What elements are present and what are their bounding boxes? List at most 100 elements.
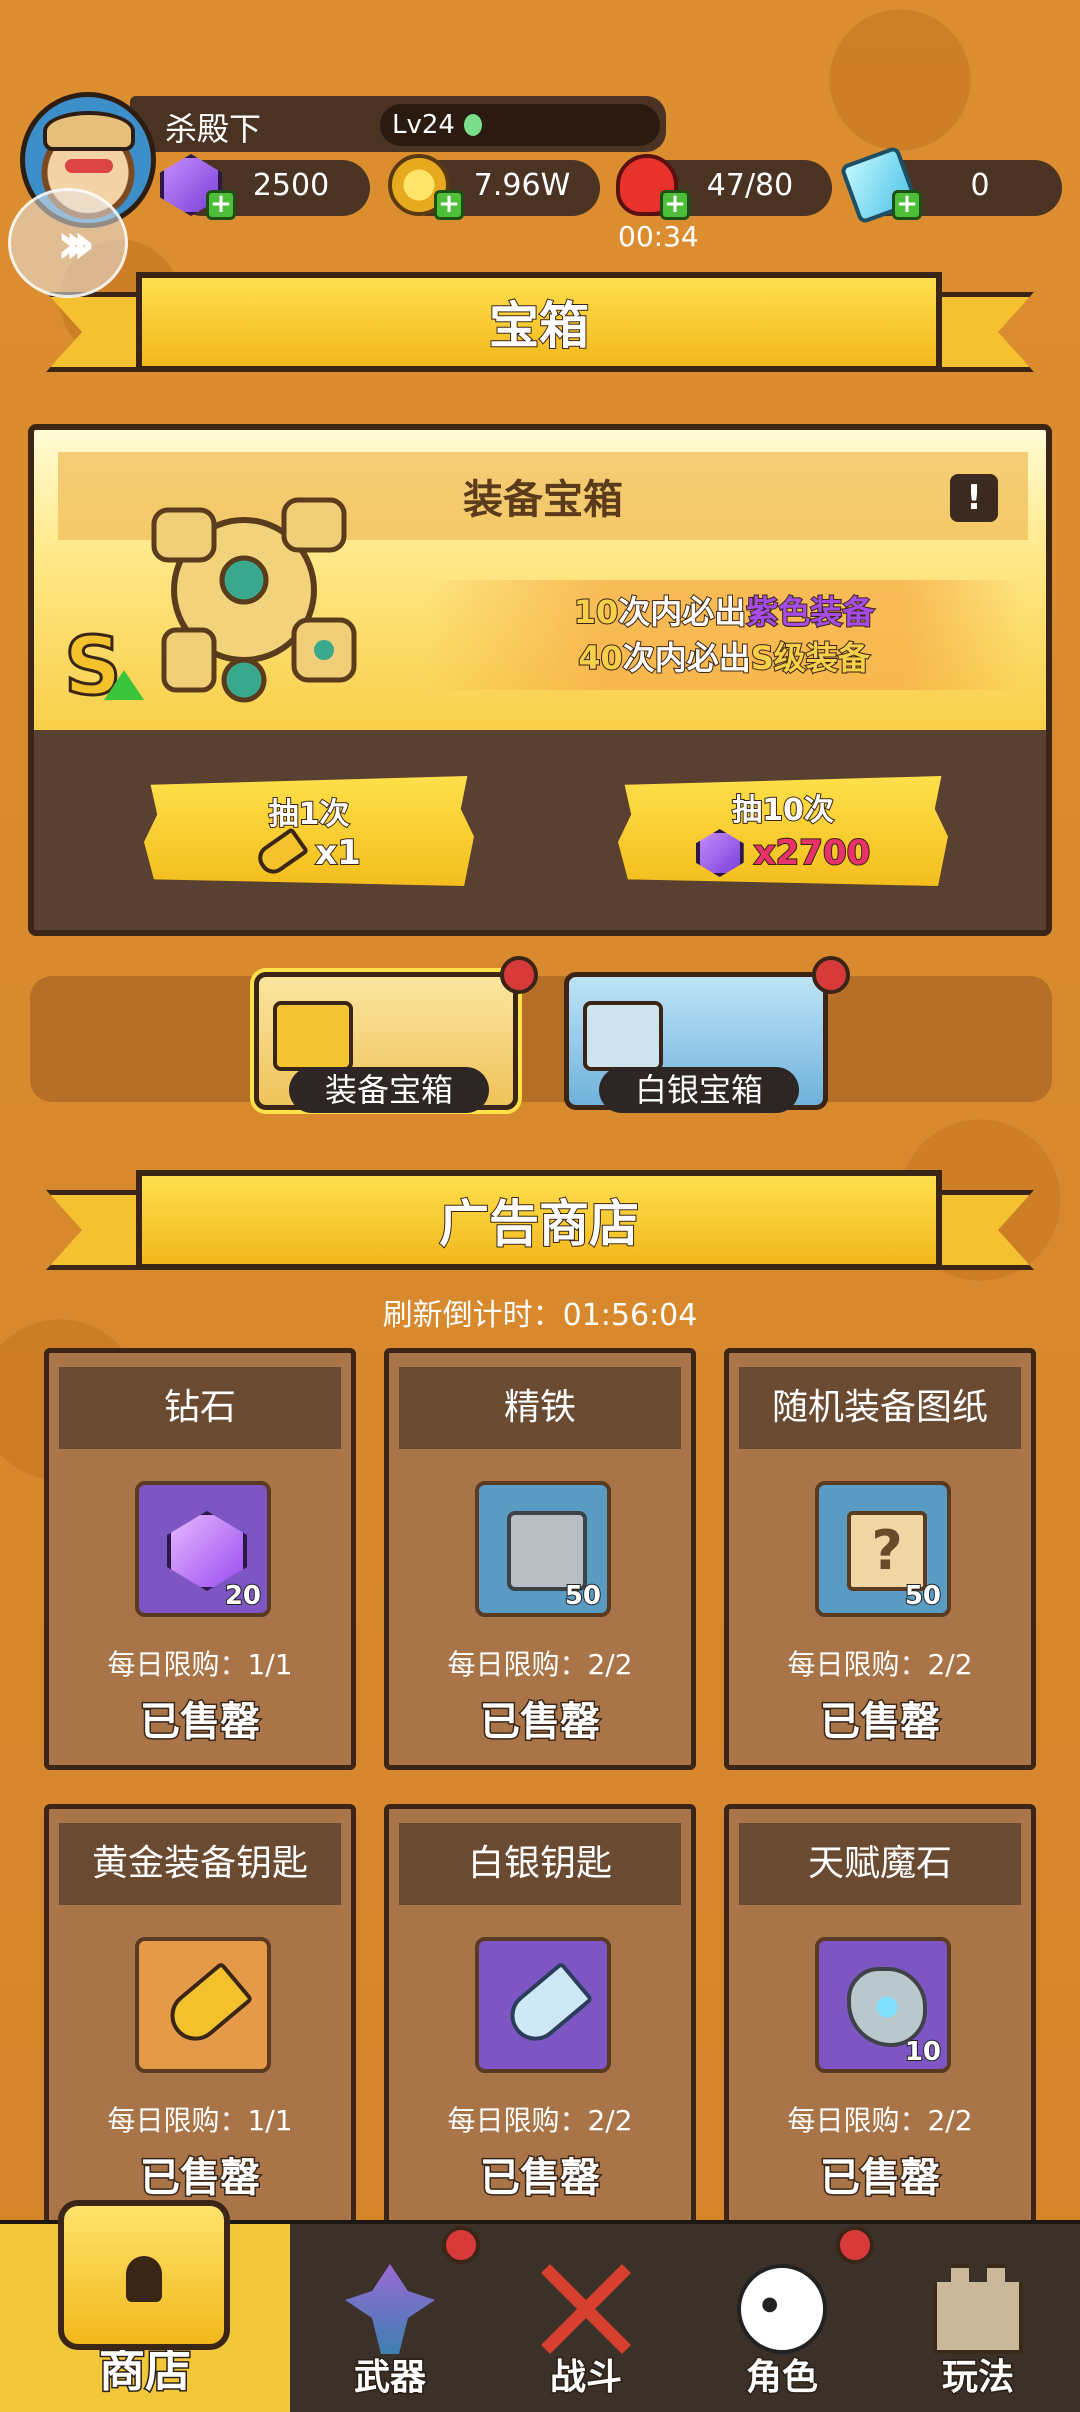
castle-tower-icon xyxy=(933,2264,1023,2354)
tickets-value: 0 xyxy=(970,168,990,203)
shop-item-name: 天赋魔石 xyxy=(739,1823,1021,1905)
upgrade-arrow-icon xyxy=(104,670,144,700)
straw-hat-icon xyxy=(43,111,135,151)
add-gold-button[interactable]: + xyxy=(428,186,464,220)
panda-icon xyxy=(737,2264,827,2354)
shop-item-quantity: 20 xyxy=(224,1580,262,1612)
guarantee-info: 10次内必出紫色装备 40次内必出S级装备 xyxy=(424,580,1024,690)
shop-item-quantity: 10 xyxy=(904,2036,942,2068)
ad-shop-title: 广告商店 xyxy=(136,1170,942,1270)
treasure-chest-icon xyxy=(58,2200,230,2350)
tab-equipment-chest[interactable]: 装备宝箱 xyxy=(254,972,518,1113)
shop-item-limit: 每日限购：2/2 xyxy=(447,2104,633,2137)
add-stamina-button[interactable]: + xyxy=(654,186,690,220)
draw-ten-button[interactable]: 抽10次 x2700 xyxy=(618,776,948,886)
shop-item-iron[interactable]: 精铁 50 每日限购：2/2 已售罄 xyxy=(384,1348,696,1770)
crossed-swords-icon xyxy=(541,2264,631,2354)
shop-item-gold-key[interactable]: 黄金装备钥匙 每日限购：1/1 已售罄 xyxy=(44,1804,356,2226)
plus-icon: + xyxy=(660,190,690,220)
nav-gameplay[interactable]: 玩法 xyxy=(878,2224,1078,2412)
gem-icon xyxy=(695,829,744,877)
gem-icon xyxy=(167,1511,247,1591)
add-gems-button[interactable]: + xyxy=(200,186,236,220)
notification-badge xyxy=(812,956,850,994)
chest-panel: 装备宝箱 ! S 10次内必出紫色装备 40次内必出S级装备 抽1次 x1 抽1… xyxy=(28,424,1052,936)
notification-badge xyxy=(836,2226,874,2264)
shop-item-slot xyxy=(135,1937,271,2073)
stamina-value: 47/80 xyxy=(706,168,794,203)
shop-item-slot: 10 xyxy=(815,1937,951,2073)
shop-item-slot: 20 xyxy=(135,1481,271,1617)
shop-item-status: 已售罄 xyxy=(139,1698,262,1747)
plus-icon: + xyxy=(206,190,236,220)
nav-shop[interactable]: 商店 xyxy=(0,2200,290,2412)
bottom-navigation: 商店 武器 战斗 角色 玩法 xyxy=(0,2200,1080,2412)
nav-battle-label: 战斗 xyxy=(548,2356,623,2400)
stamina-timer: 00:34 xyxy=(618,220,699,253)
shop-item-limit: 每日限购：2/2 xyxy=(447,1648,633,1681)
shop-item-name: 白银钥匙 xyxy=(399,1823,681,1905)
shop-item-silver-key[interactable]: 白银钥匙 每日限购：2/2 已售罄 xyxy=(384,1804,696,2226)
gold-chest-icon xyxy=(273,1001,353,1071)
silver-chest-icon xyxy=(583,1001,663,1071)
level-label: Lv24 xyxy=(392,110,455,140)
iron-icon xyxy=(507,1511,587,1591)
shop-item-name: 随机装备图纸 xyxy=(739,1367,1021,1449)
draw-once-cost: x1 xyxy=(252,826,362,880)
shop-item-diamond[interactable]: 钻石 20 每日限购：1/1 已售罄 xyxy=(44,1348,356,1770)
add-tickets-button[interactable]: + xyxy=(886,186,922,220)
shop-item-name: 黄金装备钥匙 xyxy=(59,1823,341,1905)
shop-item-status: 已售罄 xyxy=(819,2154,942,2203)
shop-item-talent-stone[interactable]: 天赋魔石 10 每日限购：2/2 已售罄 xyxy=(724,1804,1036,2226)
player-name: 杀殿下 xyxy=(165,110,262,148)
nav-gameplay-label: 玩法 xyxy=(940,2356,1015,2400)
shop-item-slot: ? 50 xyxy=(815,1481,951,1617)
shop-item-name: 精铁 xyxy=(399,1367,681,1449)
draw-once-label: 抽1次 xyxy=(268,796,351,833)
shop-item-limit: 每日限购：2/2 xyxy=(787,2104,973,2137)
draw-ten-cost: x2700 xyxy=(695,829,871,877)
shop-item-quantity: 50 xyxy=(564,1580,602,1612)
magic-stone-icon xyxy=(847,1967,927,2047)
info-button[interactable]: ! xyxy=(950,474,998,522)
tab-silver-chest[interactable]: 白银宝箱 xyxy=(564,972,828,1113)
notification-badge xyxy=(442,2226,480,2264)
gold-key-icon xyxy=(252,826,310,880)
shop-item-quantity: 50 xyxy=(904,1580,942,1612)
shop-item-slot: 50 xyxy=(475,1481,611,1617)
notification-badge xyxy=(500,956,538,994)
expand-menu-button[interactable]: ››› xyxy=(8,188,128,298)
tab-equipment-chest-label: 装备宝箱 xyxy=(289,1067,489,1113)
silver-key-icon xyxy=(500,1961,594,2051)
plus-icon: + xyxy=(892,190,922,220)
chest-selector-track xyxy=(30,976,1052,1102)
guarantee-line-2: 40次内必出S级装备 xyxy=(577,638,871,678)
shop-item-slot xyxy=(475,1937,611,2073)
scroll-icon: ? xyxy=(847,1511,927,1591)
shop-item-limit: 每日限购：2/2 xyxy=(787,1648,973,1681)
plus-icon: + xyxy=(434,190,464,220)
double-chevron-right-icon: ››› xyxy=(56,209,96,277)
avatar-face xyxy=(65,159,113,173)
draw-ten-label: 抽10次 xyxy=(731,792,835,829)
nav-weapon-label: 武器 xyxy=(352,2356,427,2400)
lock-icon xyxy=(126,2256,162,2302)
guarantee-line-1: 10次内必出紫色装备 xyxy=(573,592,876,632)
draw-once-button[interactable]: 抽1次 x1 xyxy=(144,776,474,886)
shop-item-blueprint[interactable]: 随机装备图纸 ? 50 每日限购：2/2 已售罄 xyxy=(724,1348,1036,1770)
chest-section-title: 宝箱 xyxy=(136,272,942,372)
shop-item-status: 已售罄 xyxy=(819,1698,942,1747)
shop-item-status: 已售罄 xyxy=(139,2154,262,2203)
weapon-icon xyxy=(345,2264,435,2354)
shop-item-name: 钻石 xyxy=(59,1367,341,1449)
shop-item-limit: 每日限购：1/1 xyxy=(107,1648,293,1681)
nav-character-label: 角色 xyxy=(744,2356,819,2400)
gems-value: 2500 xyxy=(252,168,330,203)
nav-battle[interactable]: 战斗 xyxy=(486,2224,686,2412)
level-progress-fill xyxy=(464,114,482,136)
gold-key-icon xyxy=(160,1961,254,2051)
shop-item-limit: 每日限购：1/1 xyxy=(107,2104,293,2137)
shop-item-status: 已售罄 xyxy=(479,1698,602,1747)
gold-value: 7.96W xyxy=(473,168,571,203)
refresh-countdown: 刷新倒计时：01:56:04 xyxy=(382,1298,698,1333)
